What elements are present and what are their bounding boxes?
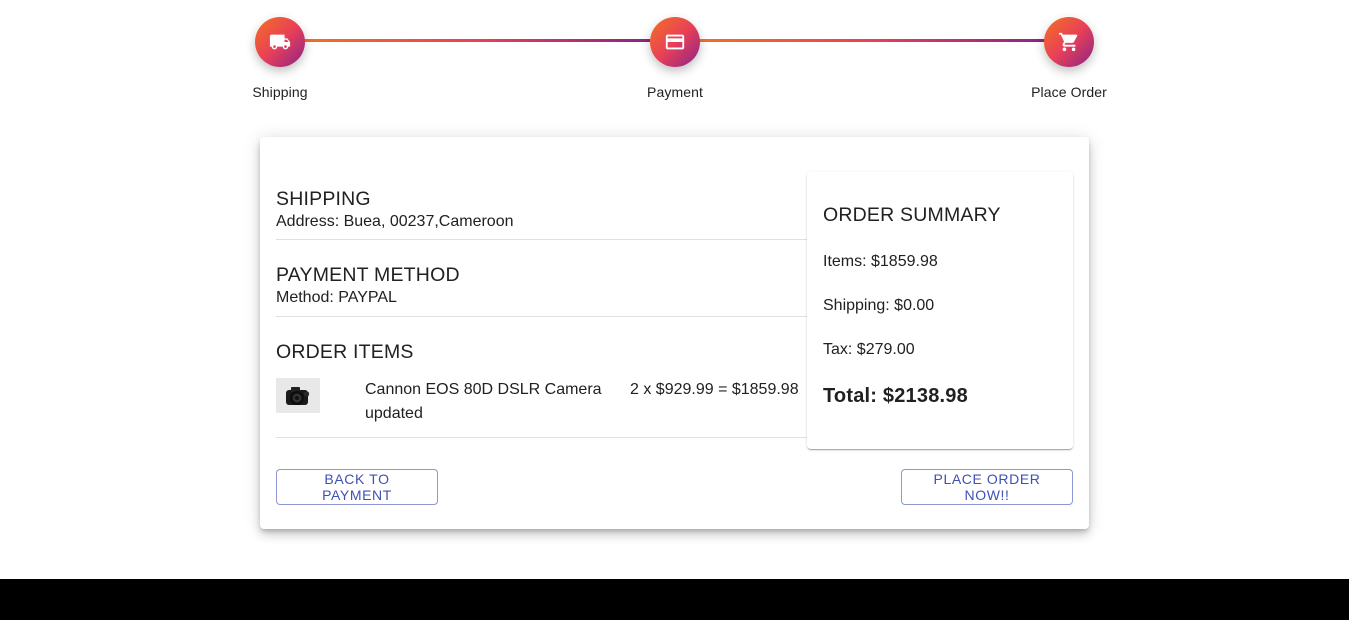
- step-label: Payment: [647, 84, 703, 100]
- order-review-card: SHIPPING Address: Buea, 00237,Cameroon P…: [260, 137, 1089, 529]
- footer-bar: [0, 579, 1349, 620]
- payment-section: PAYMENT METHOD Method: PAYPAL: [276, 263, 807, 317]
- step-place-order[interactable]: Place Order: [1019, 17, 1119, 100]
- credit-card-icon: [665, 34, 685, 50]
- back-to-payment-button[interactable]: BACK TO PAYMENT: [276, 469, 438, 505]
- step-label: Place Order: [1031, 84, 1107, 100]
- summary-total: Total: $2138.98: [823, 385, 968, 407]
- item-name-link[interactable]: Cannon EOS 80D DSLR Camera updated: [365, 378, 615, 426]
- order-summary: ORDER SUMMARY Items: $1859.98 Shipping: …: [807, 172, 1073, 449]
- step-label: Shipping: [252, 84, 308, 100]
- order-details: SHIPPING Address: Buea, 00237,Cameroon P…: [276, 187, 807, 438]
- summary-tax: Tax: $279.00: [823, 341, 915, 358]
- order-items-section: ORDER ITEMS Cannon EOS 80D DSLR Camera u…: [276, 340, 807, 438]
- camera-image: [286, 386, 309, 405]
- shipping-section: SHIPPING Address: Buea, 00237,Cameroon: [276, 187, 807, 240]
- cart-icon: [1058, 32, 1078, 52]
- order-items-title: ORDER ITEMS: [276, 341, 414, 363]
- checkout-stepper: Shipping Payment Place Order: [230, 17, 1120, 107]
- shipping-address: Address: Buea, 00237,Cameroon: [276, 213, 514, 230]
- step-place-order-circle: [1044, 17, 1094, 67]
- step-shipping[interactable]: Shipping: [230, 17, 330, 100]
- place-order-button[interactable]: PLACE ORDER NOW!!: [901, 469, 1073, 505]
- step-payment-circle: [650, 17, 700, 67]
- camera-thumbnail: [276, 378, 320, 413]
- step-connector-2: [699, 39, 1045, 42]
- step-shipping-circle: [255, 17, 305, 67]
- payment-method: Method: PAYPAL: [276, 289, 397, 306]
- step-payment[interactable]: Payment: [625, 17, 725, 100]
- summary-title: ORDER SUMMARY: [823, 204, 1001, 226]
- summary-items: Items: $1859.98: [823, 253, 938, 270]
- item-price: 2 x $929.99 = $1859.98: [630, 381, 799, 398]
- summary-shipping: Shipping: $0.00: [823, 297, 935, 314]
- step-connector-1: [304, 39, 650, 42]
- shipping-title: SHIPPING: [276, 188, 371, 210]
- truck-icon: [269, 34, 291, 50]
- payment-title: PAYMENT METHOD: [276, 264, 460, 286]
- list-item: Cannon EOS 80D DSLR Camera updated 2 x $…: [276, 378, 807, 426]
